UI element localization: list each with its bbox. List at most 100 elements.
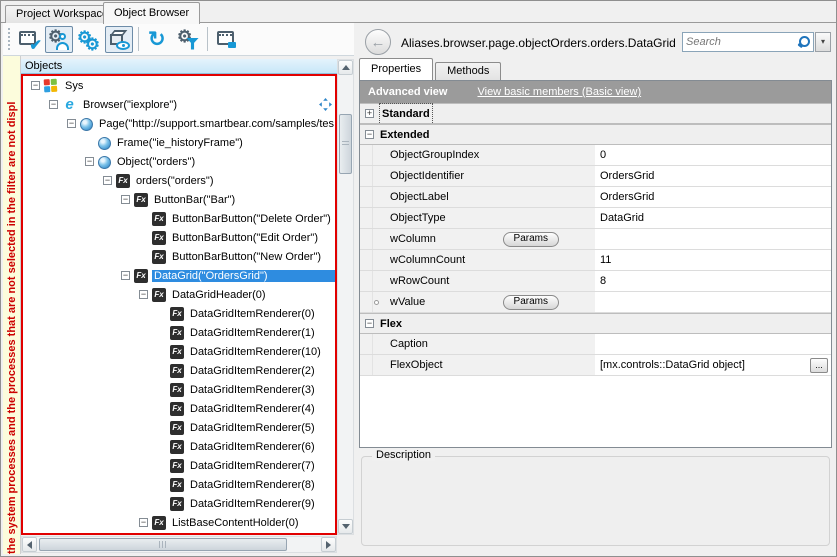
property-group-row[interactable]: −Extended bbox=[360, 124, 831, 145]
vertical-scroll-thumb[interactable] bbox=[339, 114, 352, 174]
tree-item[interactable]: −FxDataGridHeader(0) bbox=[23, 285, 335, 304]
view-mode-header: Advanced view View basic members (Basic … bbox=[360, 81, 831, 103]
collapse-icon[interactable]: − bbox=[121, 195, 130, 204]
tree-horizontal-scrollbar[interactable] bbox=[21, 536, 337, 553]
tree-item[interactable]: −Fx orders("orders") bbox=[23, 171, 335, 190]
tree-spacer bbox=[157, 423, 166, 432]
collapse-icon[interactable]: − bbox=[31, 81, 40, 90]
tree-item[interactable]: FxDataGridItemRenderer(1) bbox=[23, 323, 335, 342]
tree-item-label: Object("orders") bbox=[115, 156, 197, 168]
tree-item[interactable]: FxDataGridItemRenderer(10) bbox=[23, 342, 335, 361]
property-row[interactable]: ObjectGroupIndex0 bbox=[360, 145, 831, 166]
search-icon[interactable] bbox=[797, 35, 811, 49]
property-row[interactable]: wRowCount8 bbox=[360, 271, 831, 292]
object-tree: −Sys−eBrowser("iexplore")−Page("http://s… bbox=[21, 74, 337, 535]
tree-spacer bbox=[139, 233, 148, 242]
tree-item[interactable]: FxDataGridItemRenderer(7) bbox=[23, 456, 335, 475]
tree-item[interactable]: −FxDataGrid("OrdersGrid") bbox=[23, 266, 335, 285]
tab-properties[interactable]: Properties bbox=[359, 58, 433, 80]
back-button[interactable]: ← bbox=[365, 29, 391, 55]
params-button[interactable]: Params bbox=[503, 295, 559, 310]
flex-fx-icon: Fx bbox=[170, 421, 184, 435]
tree-item[interactable]: FxDataGridItemRenderer(6) bbox=[23, 437, 335, 456]
collapse-icon[interactable]: − bbox=[365, 130, 374, 139]
property-row[interactable]: ObjectTypeDataGrid bbox=[360, 208, 831, 229]
scroll-down-icon[interactable] bbox=[338, 519, 353, 534]
tree-item[interactable]: FxButtonBarButton("Edit Order") bbox=[23, 228, 335, 247]
tree-item-label: ButtonBarButton("Edit Order") bbox=[170, 232, 320, 244]
tree-item[interactable]: Frame("ie_historyFrame") bbox=[23, 133, 335, 152]
search-options-dropdown[interactable]: ▾ bbox=[815, 32, 831, 52]
refresh-icon[interactable]: ↻ bbox=[144, 26, 172, 53]
property-row[interactable]: FlexObject[mx.controls::DataGrid object]… bbox=[360, 355, 831, 376]
property-row[interactable]: wColumnParams bbox=[360, 229, 831, 250]
tree-item[interactable]: Fx DataGridItemRenderer(5) bbox=[23, 418, 335, 437]
property-name-cell: ObjectGroupIndex bbox=[360, 145, 595, 165]
object-browser-window: Project Workspace Object Browser ✔ ⚙ ⚙ ⚙… bbox=[0, 0, 837, 557]
tab-object-browser[interactable]: Object Browser bbox=[103, 2, 200, 24]
tab-methods[interactable]: Methods bbox=[435, 62, 501, 80]
search-input[interactable] bbox=[683, 34, 797, 50]
tree-item[interactable]: − Object("orders") bbox=[23, 152, 335, 171]
cube-eye-icon[interactable] bbox=[105, 26, 133, 53]
tree-item-label: ButtonBarButton("New Order") bbox=[170, 251, 323, 263]
tree-item-label: orders("orders") bbox=[134, 175, 216, 187]
tree-item[interactable]: FxDataGridItemRenderer(0) bbox=[23, 304, 335, 323]
tree-item[interactable]: FxDataGridItemRenderer(9) bbox=[23, 494, 335, 513]
gear-user-icon[interactable]: ⚙ bbox=[45, 26, 73, 53]
tree-spacer bbox=[157, 347, 166, 356]
expand-icon[interactable]: + bbox=[365, 109, 374, 118]
property-row[interactable]: wColumnCount11 bbox=[360, 250, 831, 271]
collapse-icon[interactable]: − bbox=[139, 518, 148, 527]
tree-item[interactable]: FxButtonBarButton("Delete Order") bbox=[23, 209, 335, 228]
collapse-icon[interactable]: − bbox=[365, 319, 374, 328]
property-row[interactable]: ObjectIdentifierOrdersGrid bbox=[360, 166, 831, 187]
tab-project-workspace[interactable]: Project Workspace bbox=[5, 5, 119, 23]
tree-item[interactable]: −FxButtonBar("Bar") bbox=[23, 190, 335, 209]
basic-view-link[interactable]: View basic members (Basic view) bbox=[477, 86, 641, 98]
tree-item[interactable]: −eBrowser("iexplore") bbox=[23, 95, 335, 114]
tree-item[interactable]: FxButtonBarButton("New Order") bbox=[23, 247, 335, 266]
property-row[interactable]: Caption bbox=[360, 334, 831, 355]
property-group-row[interactable]: −Flex bbox=[360, 313, 831, 334]
property-name-cell: wValueParams bbox=[360, 292, 595, 312]
scroll-left-icon[interactable] bbox=[22, 537, 37, 552]
tree-item[interactable]: FxDataGridItemRenderer(4) bbox=[23, 399, 335, 418]
collapse-icon[interactable]: − bbox=[85, 157, 94, 166]
tree-item[interactable]: −FxListBaseContentHolder(0) bbox=[23, 513, 335, 532]
tree-item-label: DataGridItemRenderer(5) bbox=[188, 422, 317, 434]
tree-item-label: DataGridItemRenderer(4) bbox=[188, 403, 317, 415]
property-group-row[interactable]: +Standard bbox=[360, 103, 831, 124]
collapse-icon[interactable]: − bbox=[49, 100, 58, 109]
tree-vertical-scrollbar[interactable] bbox=[337, 59, 354, 535]
window-panel-icon[interactable] bbox=[213, 26, 241, 53]
property-value: 11 bbox=[600, 250, 611, 270]
collapse-icon[interactable]: − bbox=[139, 290, 148, 299]
horizontal-scroll-thumb[interactable] bbox=[39, 538, 287, 551]
tree-region: Objects −Sys−eBrowser("iexplore")−Page("… bbox=[21, 56, 354, 554]
flex-fx-icon: Fx bbox=[170, 478, 184, 492]
window-check-icon[interactable]: ✔ bbox=[15, 26, 43, 53]
tree-item[interactable]: FxDataGridItemRenderer(8) bbox=[23, 475, 335, 494]
scroll-right-icon[interactable] bbox=[321, 537, 336, 552]
member-tabs: Properties Methods bbox=[359, 59, 503, 80]
property-row[interactable]: wValueParams bbox=[360, 292, 831, 313]
gear-filter-icon[interactable]: ⚙ bbox=[174, 26, 202, 53]
double-gear-icon[interactable]: ⚙ ⚙ bbox=[75, 26, 103, 53]
group-name: Extended bbox=[380, 125, 430, 145]
scroll-up-icon[interactable] bbox=[338, 60, 353, 75]
collapse-icon[interactable]: − bbox=[67, 119, 76, 128]
tree-item[interactable]: −Sys bbox=[23, 76, 335, 95]
property-name-cell: wColumnCount bbox=[360, 250, 595, 270]
params-button[interactable]: Params bbox=[503, 232, 559, 247]
collapse-icon[interactable]: − bbox=[121, 271, 130, 280]
tree-item[interactable]: FxDataGridItemRenderer(2) bbox=[23, 361, 335, 380]
collapse-icon[interactable]: − bbox=[103, 176, 112, 185]
tree-item-label: ListBaseContentHolder(0) bbox=[170, 517, 301, 529]
tree-item[interactable]: −Page("http://support.smartbear.com/samp… bbox=[23, 114, 335, 133]
flex-fx-icon: Fx bbox=[170, 326, 184, 340]
flex-fx-icon: Fx bbox=[116, 174, 130, 188]
ellipsis-button[interactable]: ... bbox=[810, 358, 828, 373]
tree-item[interactable]: FxDataGridItemRenderer(3) bbox=[23, 380, 335, 399]
property-row[interactable]: ObjectLabelOrdersGrid bbox=[360, 187, 831, 208]
